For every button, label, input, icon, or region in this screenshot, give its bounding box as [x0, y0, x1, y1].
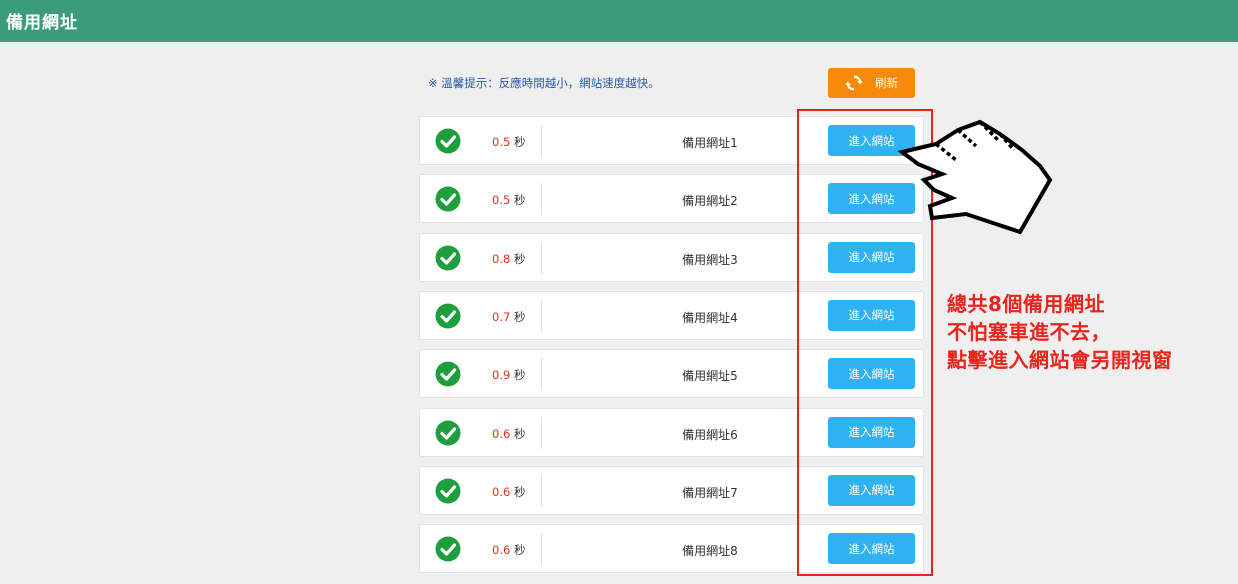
response-time-value: 0.5: [492, 193, 511, 208]
annotation-line-2: 不怕塞車進不去，: [947, 320, 1111, 344]
response-time-value: 0.9: [492, 368, 511, 383]
response-time: 0.6 秒: [492, 542, 525, 558]
response-time-value: 0.6: [492, 426, 511, 441]
check-circle-icon: [435, 303, 461, 329]
refresh-label: 刷新: [875, 76, 898, 90]
response-time-unit: 秒: [513, 251, 526, 266]
row-divider: [541, 125, 542, 157]
response-time-value: 0.7: [492, 309, 511, 324]
check-circle-icon: [435, 186, 461, 212]
refresh-icon: [845, 75, 863, 91]
row-divider: [541, 183, 542, 216]
annotation-note: 總共8個備用網址 不怕塞車進不去， 點擊進入網站會另開視窗: [947, 290, 1173, 374]
annotation-line-3: 點擊進入網站會另開視窗: [947, 348, 1173, 372]
page-title: 備用網址: [6, 13, 78, 33]
row-divider: [541, 533, 542, 566]
row-divider: [541, 241, 542, 274]
response-time-value: 0.6: [492, 543, 511, 558]
response-time: 0.8 秒: [492, 251, 525, 267]
response-time-unit: 秒: [513, 484, 526, 499]
response-time: 0.5 秒: [492, 192, 525, 208]
response-time-value: 0.6: [492, 484, 511, 499]
speed-tip: ※ 溫馨提示：反應時間越小，網站速度越快。: [428, 76, 660, 90]
pointing-hand-icon: [897, 119, 1053, 235]
row-divider: [541, 299, 542, 332]
check-circle-icon: [435, 245, 461, 271]
row-divider: [541, 358, 542, 391]
header-bar: 備用網址: [0, 0, 1238, 42]
response-time-unit: 秒: [513, 368, 526, 383]
annotation-line-1: 總共8個備用網址: [947, 292, 1105, 316]
response-time-unit: 秒: [513, 193, 526, 208]
refresh-button[interactable]: 刷新: [828, 68, 915, 98]
check-circle-icon: [435, 128, 461, 154]
response-time-unit: 秒: [513, 426, 526, 441]
response-time: 0.9 秒: [492, 367, 525, 383]
response-time-unit: 秒: [513, 309, 526, 324]
response-time: 0.7 秒: [492, 309, 525, 325]
response-time-value: 0.5: [492, 135, 511, 149]
check-circle-icon: [435, 536, 461, 562]
check-circle-icon: [435, 420, 461, 445]
response-time: 0.6 秒: [492, 484, 525, 500]
row-divider: [541, 474, 542, 507]
row-divider: [541, 416, 542, 449]
response-time: 0.5 秒: [492, 134, 525, 150]
check-circle-icon: [435, 361, 461, 387]
check-circle-icon: [435, 478, 461, 504]
response-time: 0.6 秒: [492, 426, 525, 442]
response-time-value: 0.8: [492, 251, 511, 266]
response-time-unit: 秒: [513, 543, 526, 558]
response-time-unit: 秒: [513, 135, 526, 149]
